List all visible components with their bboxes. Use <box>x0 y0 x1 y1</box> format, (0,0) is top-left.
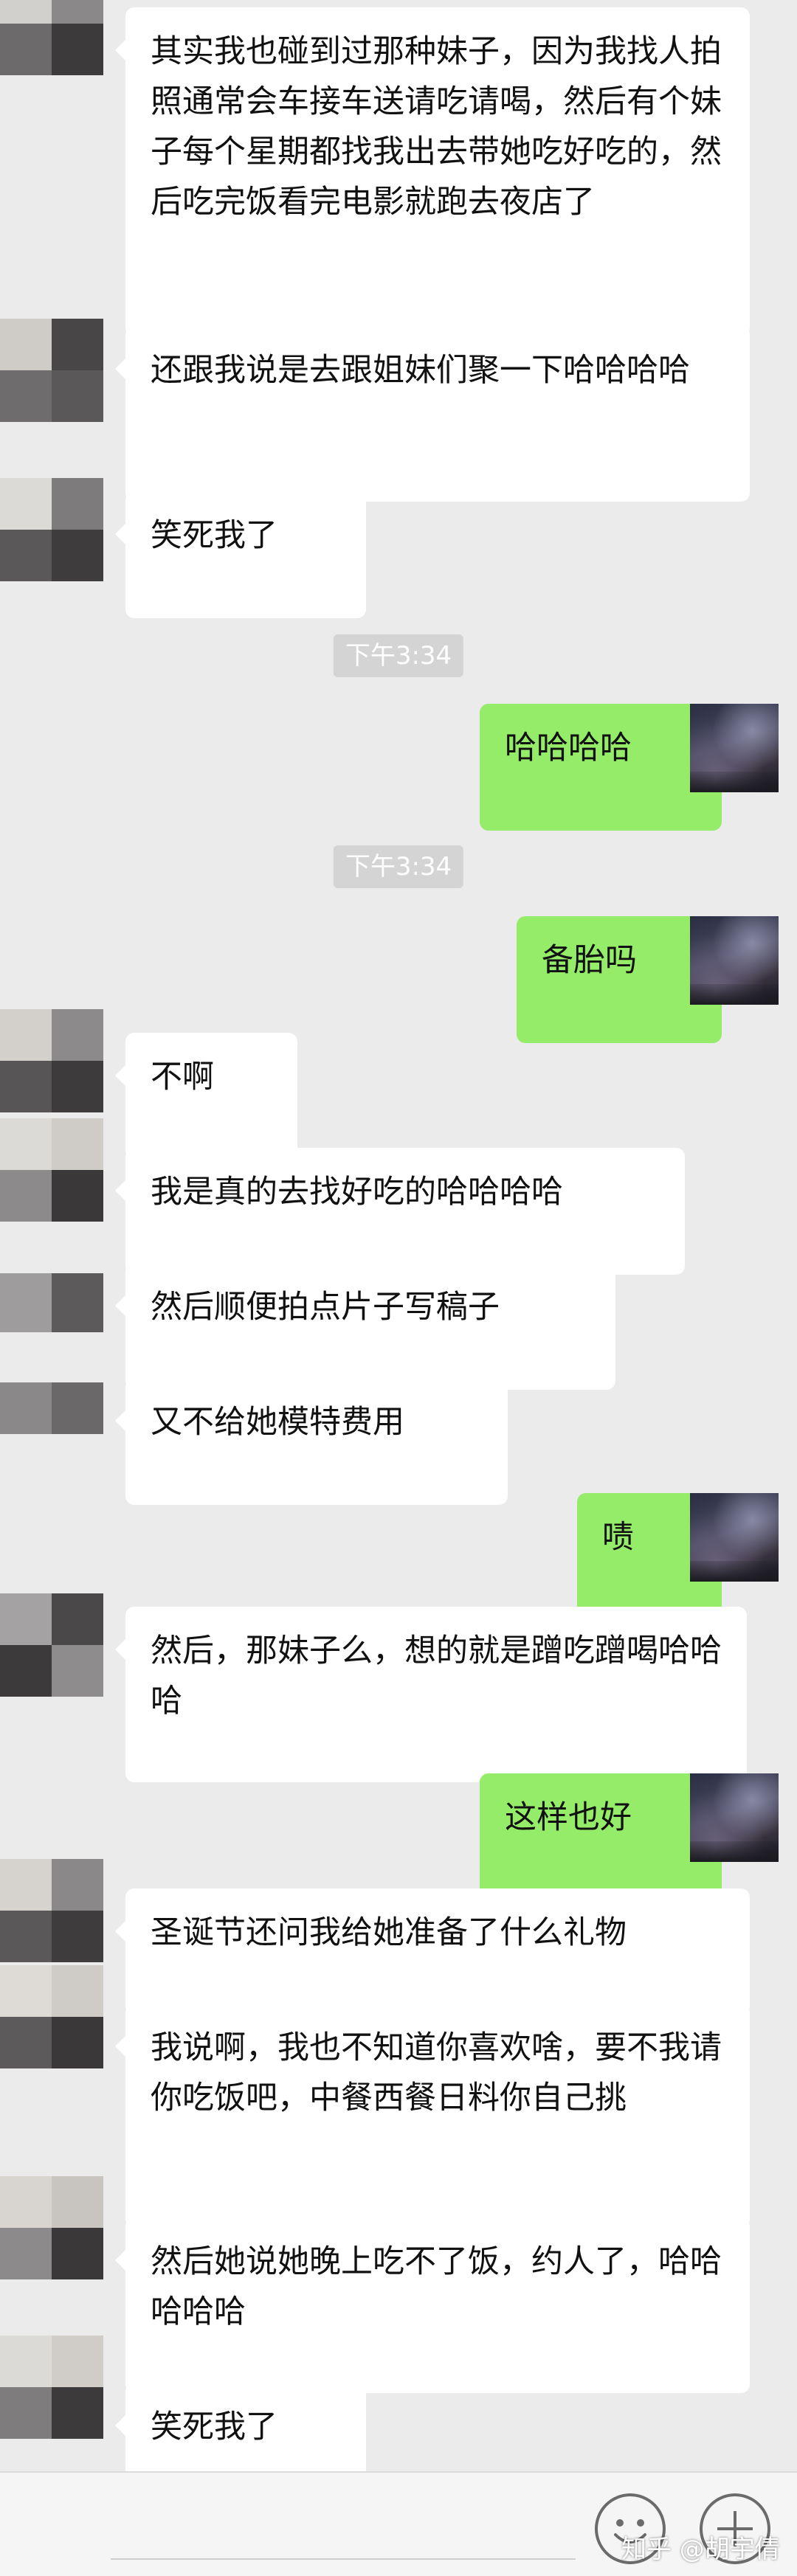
message-bubble[interactable]: 哈哈哈哈 <box>480 704 732 831</box>
avatar[interactable] <box>0 2336 103 2439</box>
message-bubble[interactable]: 然后她说她晚上吃不了饭，约人了，哈哈哈哈哈 <box>115 2217 750 2393</box>
chat-screen: { "messages": [ {"from":"other","text":"… <box>0 0 797 2576</box>
message-bubble[interactable]: 然后顺便拍点片子写稿子 <box>115 1263 615 1390</box>
message-bubble[interactable]: 其实我也碰到过那种妹子，因为我找人拍照通常会车接车送请吃请喝，然后有个妹子每个星… <box>115 7 750 336</box>
avatar[interactable] <box>0 1118 103 1222</box>
avatar[interactable] <box>0 1009 103 1112</box>
message-bubble[interactable]: 这样也好 <box>480 1773 732 1900</box>
message-input[interactable] <box>111 2558 576 2560</box>
self-avatar[interactable] <box>690 704 779 792</box>
message-bubble[interactable]: 还跟我说是去跟姐妹们聚一下哈哈哈哈 <box>115 326 750 502</box>
watermark: 知乎 @胡宇倩 <box>621 2535 780 2564</box>
message-bubble[interactable]: 不啊 <box>115 1033 297 1160</box>
self-avatar[interactable] <box>690 1493 779 1582</box>
avatar[interactable] <box>0 0 103 75</box>
avatar[interactable] <box>0 1593 103 1697</box>
message-bubble[interactable]: 然后，那妹子么，想的就是蹭吃蹭喝哈哈哈 <box>115 1607 747 1782</box>
self-avatar[interactable] <box>690 916 779 1005</box>
avatar[interactable] <box>0 1273 103 1332</box>
avatar[interactable] <box>0 2176 103 2279</box>
message-bubble[interactable]: 笑死我了 <box>115 491 366 618</box>
message-bubble[interactable]: 又不给她模特费用 <box>115 1378 508 1505</box>
message-bubble[interactable]: 圣诞节还问我给她准备了什么礼物 <box>115 1888 750 2015</box>
avatar[interactable] <box>0 1382 103 1434</box>
avatar[interactable] <box>0 1965 103 2068</box>
timestamp: 下午3:34 <box>333 845 464 888</box>
avatar[interactable] <box>0 1859 103 1962</box>
avatar[interactable] <box>0 478 103 581</box>
timestamp: 下午3:34 <box>333 634 464 677</box>
message-bubble[interactable]: 我说啊，我也不知道你喜欢啥，要不我请你吃饭吧，中餐西餐日料你自己挑 <box>115 2004 750 2228</box>
self-avatar[interactable] <box>690 1773 779 1862</box>
message-bubble[interactable]: 我是真的去找好吃的哈哈哈哈 <box>115 1148 685 1275</box>
avatar[interactable] <box>0 319 103 422</box>
